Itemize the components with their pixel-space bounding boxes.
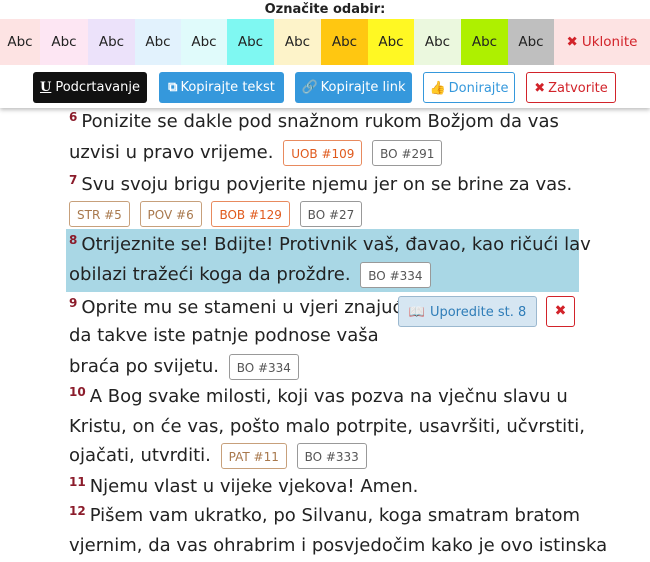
highlight-swatch-3[interactable]: Abc: [88, 19, 135, 65]
verse-number: 8: [69, 233, 78, 247]
verse-number: 9: [69, 296, 78, 310]
book-icon: 📖: [408, 305, 425, 320]
ref-tag[interactable]: BO #291: [372, 140, 443, 166]
toolbar-title: Označite odabir:: [264, 2, 386, 17]
highlight-swatch-7[interactable]: Abc: [274, 19, 321, 65]
verse-number: 10: [69, 385, 86, 399]
verse-10-line-2[interactable]: Kristu, on će vas, pošto malo potrpite, …: [69, 411, 585, 443]
highlight-swatch-6[interactable]: Abc: [227, 19, 274, 65]
verse-7-refs: STR #5 POV #6 BOB #129 BO #27: [65, 198, 363, 230]
highlight-swatches: Abc Abc Abc Abc Abc Abc Abc Abc Abc Abc …: [0, 19, 650, 65]
donate-button[interactable]: 👍 Donirajte: [423, 72, 515, 103]
remove-highlight-button[interactable]: ✖ Uklonite: [554, 19, 650, 65]
ref-tag[interactable]: UOB #109: [283, 140, 363, 166]
copy-text-button[interactable]: ⧉ Kopirajte tekst: [159, 72, 284, 103]
close-icon: ✖: [554, 303, 567, 319]
ref-tag[interactable]: BO #334: [228, 354, 299, 380]
underline-button[interactable]: U Podcrtavanje: [33, 72, 147, 103]
ref-tag[interactable]: BO #333: [296, 443, 367, 469]
highlight-swatch-10[interactable]: Abc: [414, 19, 461, 65]
highlight-toolbar: Označite odabir: Abc Abc Abc Abc Abc Abc…: [0, 0, 650, 108]
ref-tag[interactable]: BO #27: [299, 201, 363, 227]
ref-tag[interactable]: PAT #11: [220, 443, 287, 469]
ref-tag[interactable]: BO #334: [360, 262, 431, 288]
highlight-swatch-9[interactable]: Abc: [368, 19, 414, 65]
highlight-swatch-12[interactable]: Abc: [508, 19, 554, 65]
verse-8-line-1[interactable]: 8 Otrijeznite se! Bdijte! Protivnik vaš, …: [69, 229, 591, 261]
copy-link-button[interactable]: 🔗 Kopirajte link: [295, 72, 412, 103]
close-icon: ✖: [566, 34, 578, 50]
highlight-swatch-2[interactable]: Abc: [40, 19, 88, 65]
highlight-swatch-1[interactable]: Abc: [0, 19, 40, 65]
verse-10-line-3[interactable]: ojačati, utvrditi. PAT #11 BO #333: [69, 440, 367, 472]
highlight-swatch-11[interactable]: Abc: [461, 19, 508, 65]
verse-6-line-1[interactable]: 6 Ponizite se dakle pod snažnom rukom Bož…: [69, 106, 559, 138]
verse-11-line-1[interactable]: 11 Njemu vlast u vijeke vjekova! Amen.: [69, 471, 418, 503]
verse-8-line-2[interactable]: obilazi tražeći koga da proždre. BO #334: [69, 259, 431, 291]
verse-12-line-2[interactable]: vjernim, da vas ohrabrim i posvjedočim k…: [69, 530, 607, 562]
verse-number: 6: [69, 110, 78, 124]
close-compare-button[interactable]: ✖: [546, 296, 575, 327]
highlight-swatch-8[interactable]: Abc: [321, 19, 368, 65]
ref-tag[interactable]: STR #5: [69, 201, 130, 227]
close-toolbar-button[interactable]: ✖ Zatvorite: [526, 72, 616, 103]
ref-tag[interactable]: POV #6: [139, 201, 202, 227]
underline-icon: U: [40, 80, 52, 95]
verse-10-line-1[interactable]: 10 A Bog svake milosti, koji vas pozva na…: [69, 381, 568, 413]
verse-9-line-3[interactable]: braća po svijetu. BO #334: [69, 351, 299, 383]
ref-tag[interactable]: BOB #129: [211, 201, 290, 227]
verse-9-line-2[interactable]: da takve iste patnje podnose vaša: [69, 320, 379, 352]
close-icon: ✖: [534, 81, 546, 96]
verse-12-line-1[interactable]: 12 Pišem vam ukratko, po Silvanu, koga sm…: [69, 500, 580, 532]
highlight-swatch-5[interactable]: Abc: [181, 19, 227, 65]
highlight-swatch-4[interactable]: Abc: [135, 19, 181, 65]
toolbar-actions: U Podcrtavanje ⧉ Kopirajte tekst 🔗 Kopirajt…: [0, 72, 650, 104]
verse-6-line-2[interactable]: uzvisi u pravo vrijeme. UOB #109 BO #291: [69, 137, 443, 169]
verse-number: 12: [69, 504, 86, 518]
compare-verse-button[interactable]: 📖 Uporedite st. 8: [398, 296, 537, 327]
verse-number: 7: [69, 173, 78, 187]
verse-number: 11: [69, 475, 86, 489]
link-icon: 🔗: [301, 80, 318, 95]
thumbs-up-icon: 👍: [429, 81, 446, 96]
copy-icon: ⧉: [168, 80, 178, 95]
verse-7-line-1[interactable]: 7 Svu svoju brigu povjerite njemu jer on …: [69, 169, 572, 201]
